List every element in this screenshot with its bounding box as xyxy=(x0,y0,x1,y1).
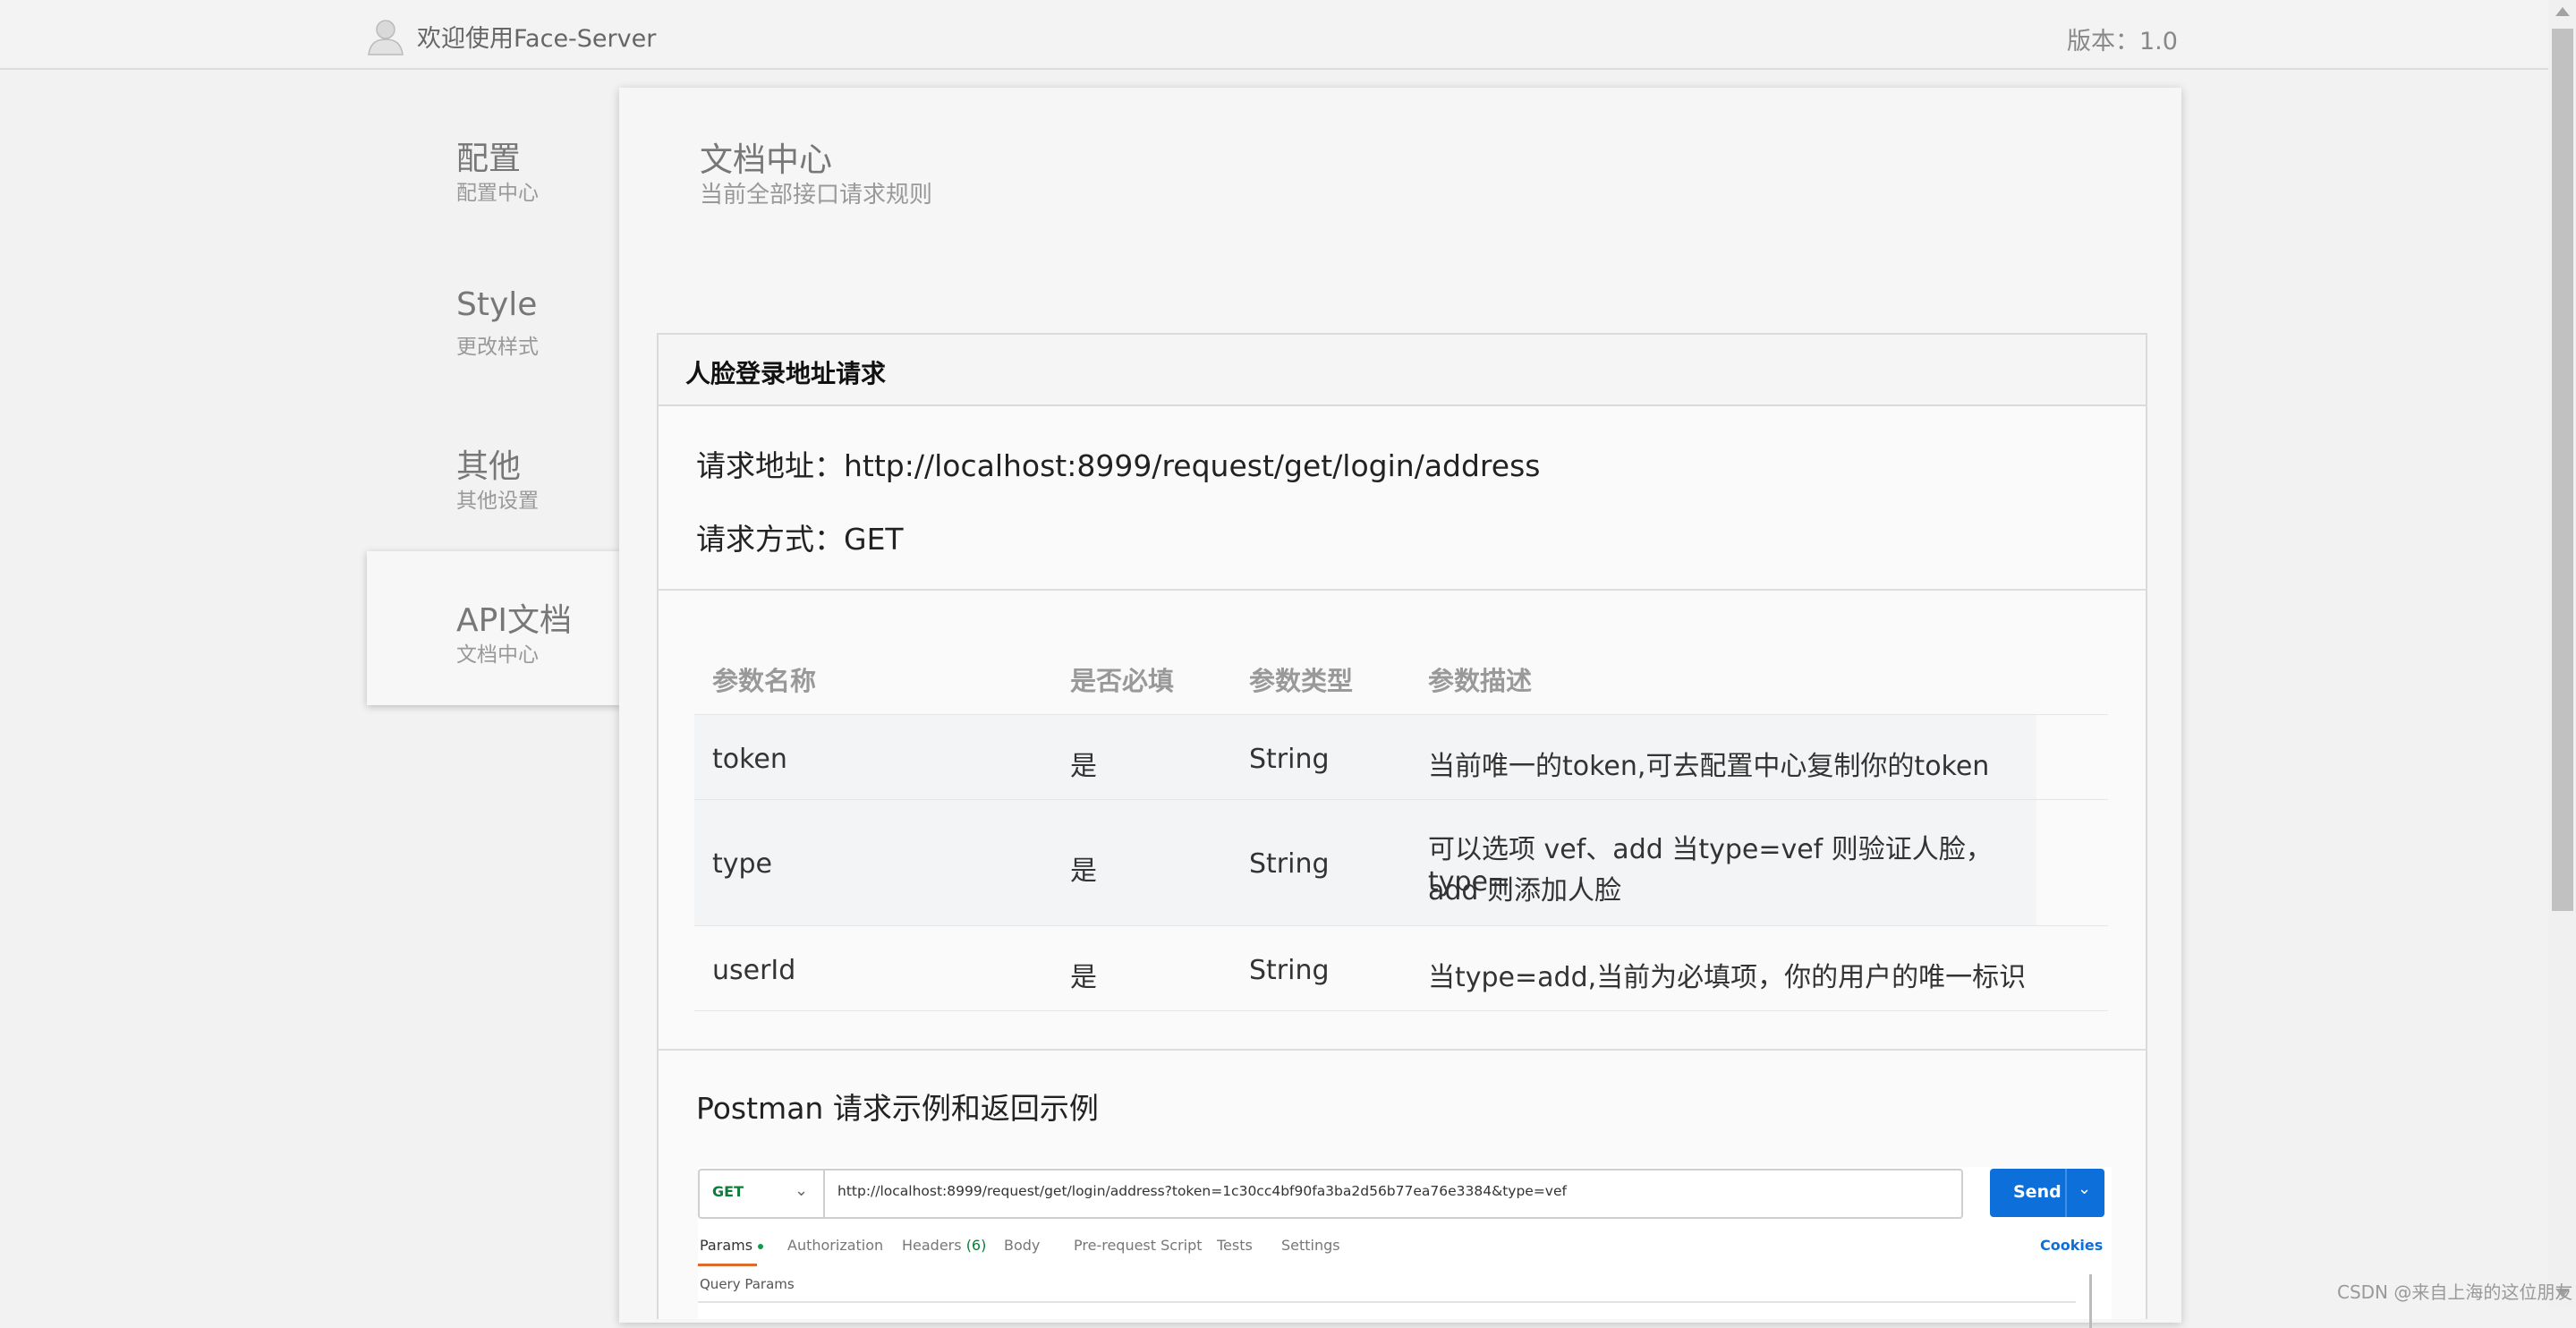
param-required: 是 xyxy=(1070,751,1097,782)
postman-example: GET ⌄ http://localhost:8999/request/get/… xyxy=(698,1167,2112,1328)
page-subtitle: 当前全部接口请求规则 xyxy=(700,182,933,209)
request-tabs: Params Authorization Headers (6) Body Pr… xyxy=(698,1237,2112,1264)
table-header-row: 参数名称 是否必填 参数类型 参数描述 xyxy=(694,630,2036,714)
request-url: 请求地址：http://localhost:8999/request/get/l… xyxy=(696,448,1541,483)
tab-prerequest-script[interactable]: Pre-request Script xyxy=(1074,1237,1203,1254)
sidebar-item-config[interactable]: 配置 配置中心 xyxy=(367,89,621,243)
table-row: token 是 String 当前唯一的token,可去配置中心复制你的toke… xyxy=(694,715,2036,799)
postman-section-title: Postman 请求示例和返回示例 xyxy=(696,1091,1099,1126)
column-header: 是否必填 xyxy=(1070,666,1175,696)
param-type: String xyxy=(1249,848,1330,880)
sidebar-item-title: API文档 xyxy=(456,602,572,639)
button-divider xyxy=(2065,1169,2067,1217)
tab-label: Headers xyxy=(902,1237,962,1254)
send-button[interactable]: Send ⌄ xyxy=(1990,1169,2104,1217)
page-scrollbar[interactable] xyxy=(2548,0,2576,1307)
sidebar-item-api-docs[interactable]: API文档 文档中心 xyxy=(367,551,621,705)
sidebar-item-subtitle: 更改样式 xyxy=(456,336,539,359)
param-name: token xyxy=(712,744,787,775)
table-row: userId 是 String 当type=add,当前为必填项，你的用户的唯一… xyxy=(694,926,2036,1010)
sidebar-item-title: 配置 xyxy=(456,140,522,177)
sidebar-item-subtitle: 配置中心 xyxy=(456,182,539,205)
param-desc: 当前唯一的token,可去配置中心复制你的token xyxy=(1428,751,1990,782)
tab-params[interactable]: Params xyxy=(700,1237,764,1254)
divider xyxy=(659,1049,2146,1051)
panel-heading: 人脸登录地址请求 xyxy=(685,359,887,388)
method-select[interactable]: GET ⌄ xyxy=(698,1169,825,1219)
column-header: 参数名称 xyxy=(712,666,817,696)
request-method: 请求方式：GET xyxy=(696,522,904,557)
chevron-down-icon: ⌄ xyxy=(795,1181,809,1200)
cookies-link[interactable]: Cookies xyxy=(2040,1237,2103,1254)
column-header: 参数描述 xyxy=(1428,666,1533,696)
tab-tests[interactable]: Tests xyxy=(1217,1237,1253,1254)
tab-settings[interactable]: Settings xyxy=(1281,1237,1340,1254)
version-label: 版本：1.0 xyxy=(2067,28,2178,55)
top-bar: 欢迎使用Face-Server 版本：1.0 xyxy=(0,0,2548,70)
method-label: GET xyxy=(712,1183,744,1200)
api-panel: 人脸登录地址请求 请求地址：http://localhost:8999/requ… xyxy=(657,333,2147,1328)
divider xyxy=(659,589,2146,591)
param-required: 是 xyxy=(1070,856,1097,887)
row-divider xyxy=(694,1010,2108,1011)
query-params-table xyxy=(698,1301,2076,1321)
welcome-text: 欢迎使用Face-Server xyxy=(417,24,657,53)
sidebar-item-other[interactable]: 其他 其他设置 xyxy=(367,397,621,551)
sidebar-item-subtitle: 文档中心 xyxy=(456,643,539,667)
tab-label: Params xyxy=(700,1237,753,1254)
param-desc-cont: add 则添加人脸 xyxy=(1428,875,1622,907)
headers-count: (6) xyxy=(965,1237,987,1254)
tab-headers[interactable]: Headers (6) xyxy=(902,1237,986,1254)
query-params-label: Query Params xyxy=(700,1276,795,1292)
tab-authorization[interactable]: Authorization xyxy=(787,1237,883,1254)
param-type: String xyxy=(1249,955,1330,986)
sidebar-item-style[interactable]: Style 更改样式 xyxy=(367,243,621,397)
url-input[interactable]: http://localhost:8999/request/get/login/… xyxy=(823,1169,1963,1219)
scrollbar-thumb[interactable] xyxy=(2552,29,2573,911)
url-text: http://localhost:8999/request/get/login/… xyxy=(837,1183,1567,1199)
page-title: 文档中心 xyxy=(700,140,832,179)
scroll-up-arrow-icon[interactable] xyxy=(2555,7,2570,16)
param-name: type xyxy=(712,848,773,880)
column-header: 参数类型 xyxy=(1249,666,1354,696)
param-name: userId xyxy=(712,955,796,986)
param-type: String xyxy=(1249,744,1330,775)
sidebar-item-title: Style xyxy=(456,286,538,323)
active-tab-underline xyxy=(698,1264,757,1266)
tab-body[interactable]: Body xyxy=(1004,1237,1040,1254)
welcome-area: 欢迎使用Face-Server xyxy=(365,16,656,55)
send-label: Send xyxy=(2013,1182,2062,1202)
panel-header: 人脸登录地址请求 xyxy=(659,335,2146,406)
param-desc: 当type=add,当前为必填项，你的用户的唯一标识 xyxy=(1428,962,2027,993)
chevron-down-icon[interactable]: ⌄ xyxy=(2078,1179,2091,1198)
sidebar-item-subtitle: 其他设置 xyxy=(456,489,539,513)
sidebar-item-title: 其他 xyxy=(456,448,522,485)
scrollbar[interactable] xyxy=(2089,1274,2092,1328)
user-avatar-icon xyxy=(368,20,404,55)
table-row: type 是 String 可以选项 vef、add 当type=vef 则验证… xyxy=(694,800,2036,925)
status-dot-icon xyxy=(758,1243,764,1249)
param-required: 是 xyxy=(1070,962,1097,993)
watermark: CSDN @来自上海的这位朋友 xyxy=(2337,1281,2573,1303)
